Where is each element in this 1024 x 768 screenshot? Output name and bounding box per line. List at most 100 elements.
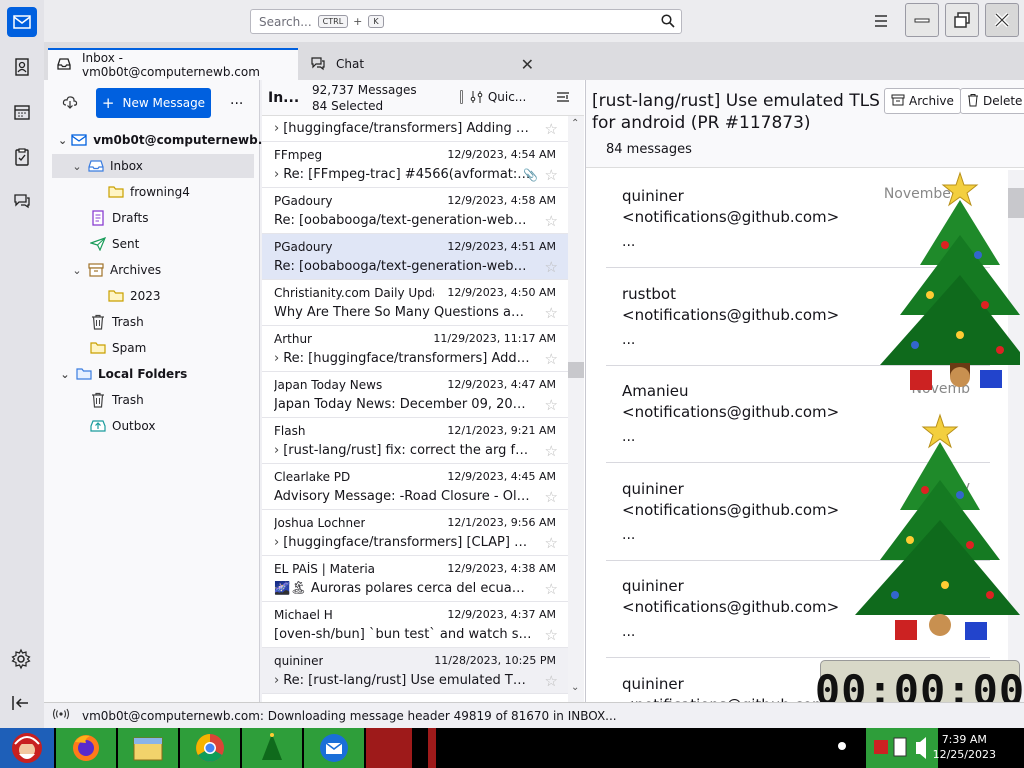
thread-chevron-icon[interactable]: ›: [274, 443, 279, 458]
folder-drafts[interactable]: Drafts: [86, 206, 149, 230]
start-button[interactable]: [0, 728, 54, 768]
message-subject-text: [huggingface/transformers] Adding trun..…: [283, 121, 532, 136]
taskbar-clock[interactable]: 7:39 AM 12/25/2023: [933, 732, 996, 762]
message-total: 92,737 Messages: [312, 83, 417, 97]
message-date: 12/9/2023, 4:38 AM: [447, 562, 556, 575]
star-icon[interactable]: ☆: [545, 488, 558, 506]
message-row[interactable]: Flash 12/1/2023, 9:21 AM › [rust-lang/rust]…: [262, 418, 568, 464]
card-snippet: ...: [622, 624, 636, 640]
minimize-button[interactable]: [905, 3, 939, 37]
message-subject: Re: [oobabooga/text-generation-webui] A.…: [274, 213, 532, 228]
get-messages-icon[interactable]: [62, 94, 78, 113]
message-row[interactable]: PGadoury 12/9/2023, 4:58 AM Re: [oobabooga…: [262, 188, 568, 234]
scroll-down-icon[interactable]: ⌄: [571, 682, 579, 693]
card-snippet: ...: [622, 331, 636, 348]
message-row[interactable]: Japan Today News 12/9/2023, 4:47 AM Japan …: [262, 372, 568, 418]
message-subject: › [rust-lang/rust] fix: correct the arg f…: [274, 443, 532, 458]
star-icon[interactable]: ☆: [545, 626, 558, 644]
message-row[interactable]: Joshua Lochner 12/1/2023, 9:56 AM › [huggin…: [262, 510, 568, 556]
thread-chevron-icon[interactable]: ›: [274, 167, 279, 182]
folder-archives[interactable]: ⌄ Archives: [70, 258, 161, 282]
star-icon[interactable]: ☆: [545, 442, 558, 460]
new-message-button[interactable]: + New Message: [96, 88, 211, 118]
folder-sent[interactable]: Sent: [86, 232, 139, 256]
folder-label: Spam: [112, 341, 147, 355]
message-list-scrollbar[interactable]: ⌃ ⌄: [568, 116, 584, 702]
quick-filter-button[interactable]: Quic...: [470, 90, 526, 104]
app-menu-icon[interactable]: [870, 12, 892, 30]
list-display-options-icon[interactable]: [556, 90, 570, 107]
message-sender: Joshua Lochner: [274, 516, 366, 530]
account-row[interactable]: ⌄ vm0b0t@computernewb...: [58, 128, 271, 152]
sent-icon: [90, 236, 106, 252]
tab-chat[interactable]: Chat ✕: [302, 50, 542, 78]
folder-frowning4[interactable]: frowning4: [104, 180, 190, 204]
star-icon[interactable]: ☆: [545, 166, 558, 184]
star-icon[interactable]: ☆: [545, 350, 558, 368]
search-icon[interactable]: [661, 14, 675, 31]
message-row[interactable]: PGadoury 12/9/2023, 4:51 AM Re: [oobabooga…: [262, 234, 568, 280]
message-row[interactable]: Christianity.com Daily Update 12/9/2023, …: [262, 280, 568, 326]
collapse-spaces-icon[interactable]: [10, 693, 32, 716]
folder-outbox[interactable]: Outbox: [86, 414, 155, 438]
star-icon[interactable]: ☆: [545, 534, 558, 552]
star-icon[interactable]: ☆: [545, 120, 558, 138]
star-icon[interactable]: ☆: [545, 212, 558, 230]
folder-spam[interactable]: Spam: [86, 336, 146, 360]
tab-inbox[interactable]: Inbox - vm0b0t@computernewb.com: [48, 48, 298, 80]
mail-space-icon[interactable]: [7, 7, 37, 37]
search-box[interactable]: Search... CTRL + K: [250, 9, 682, 34]
message-date: 12/9/2023, 4:54 AM: [447, 148, 556, 161]
message-subject: Japan Today News: December 09, 2023 Ev..…: [274, 397, 532, 412]
star-icon[interactable]: ☆: [545, 396, 558, 414]
folder-local-trash[interactable]: Trash: [86, 388, 144, 412]
message-row[interactable]: Clearlake PD 12/9/2023, 4:45 AM Advisory M…: [262, 464, 568, 510]
taskbar-tree-app[interactable]: [242, 728, 302, 768]
address-book-icon[interactable]: [7, 52, 37, 82]
attachment-icon: 📎: [523, 168, 538, 182]
message-row[interactable]: Arthur 11/29/2023, 11:17 AM › Re: [huggingf…: [262, 326, 568, 372]
card-sender-email: <notifications@github.com>: [622, 695, 839, 703]
card-sender-email: <notifications@github.com>: [622, 208, 840, 226]
christmas-tree-decoration: [855, 413, 1020, 640]
online-status-icon[interactable]: [52, 708, 70, 723]
star-icon[interactable]: ☆: [545, 304, 558, 322]
message-sender: FFmpeg: [274, 148, 323, 162]
card-snippet: ...: [622, 429, 636, 445]
taskbar-file-explorer[interactable]: [118, 728, 178, 768]
message-date: 12/9/2023, 4:45 AM: [447, 470, 556, 483]
restore-button[interactable]: [945, 3, 979, 37]
star-icon[interactable]: ☆: [545, 580, 558, 598]
folder-pane-menu-button[interactable]: ...: [230, 92, 243, 108]
message-row[interactable]: EL PAÍS | Materia 12/9/2023, 4:38 AM 🌌🏝 Au…: [262, 556, 568, 602]
message-row[interactable]: quininer 11/28/2023, 10:25 PM › Re: [rust-l…: [262, 648, 568, 694]
thread-chevron-icon[interactable]: ›: [274, 535, 279, 550]
chat-space-icon[interactable]: [7, 186, 37, 216]
tasks-icon[interactable]: [7, 142, 37, 172]
scroll-thumb[interactable]: [568, 362, 584, 378]
taskbar-chrome[interactable]: [180, 728, 240, 768]
settings-gear-icon[interactable]: [10, 648, 32, 673]
folder-trash[interactable]: Trash: [86, 310, 144, 334]
message-subject: [oven-sh/bun] `bun test` and watch shoul…: [274, 627, 532, 642]
message-subject-text: Why Are There So Many Questions about '.…: [274, 305, 532, 320]
thread-chevron-icon[interactable]: ›: [274, 673, 279, 688]
star-icon[interactable]: ☆: [545, 258, 558, 276]
christmas-tree-decoration: [880, 171, 1020, 390]
local-folders-row[interactable]: ⌄ Local Folders: [58, 362, 187, 386]
system-tray-icons[interactable]: [866, 728, 938, 768]
folder-inbox[interactable]: ⌄ Inbox: [52, 154, 254, 178]
scroll-up-icon[interactable]: ⌃: [571, 118, 579, 129]
message-row[interactable]: Michael H 12/9/2023, 4:37 AM [oven-sh/bun]…: [262, 602, 568, 648]
thread-chevron-icon[interactable]: ›: [274, 121, 279, 136]
thread-chevron-icon[interactable]: ›: [274, 351, 279, 366]
close-tab-icon[interactable]: ✕: [521, 55, 534, 74]
message-row[interactable]: FFmpeg 12/9/2023, 4:54 AM › Re: [FFmpeg-tra…: [262, 142, 568, 188]
calendar-icon[interactable]: [7, 97, 37, 127]
taskbar-thunderbird[interactable]: [304, 728, 364, 768]
star-icon[interactable]: ☆: [545, 672, 558, 690]
folder-2023[interactable]: 2023: [104, 284, 161, 308]
taskbar-firefox[interactable]: [56, 728, 116, 768]
taskbar-pattern-segment: [428, 728, 436, 768]
close-window-button[interactable]: [985, 3, 1019, 37]
